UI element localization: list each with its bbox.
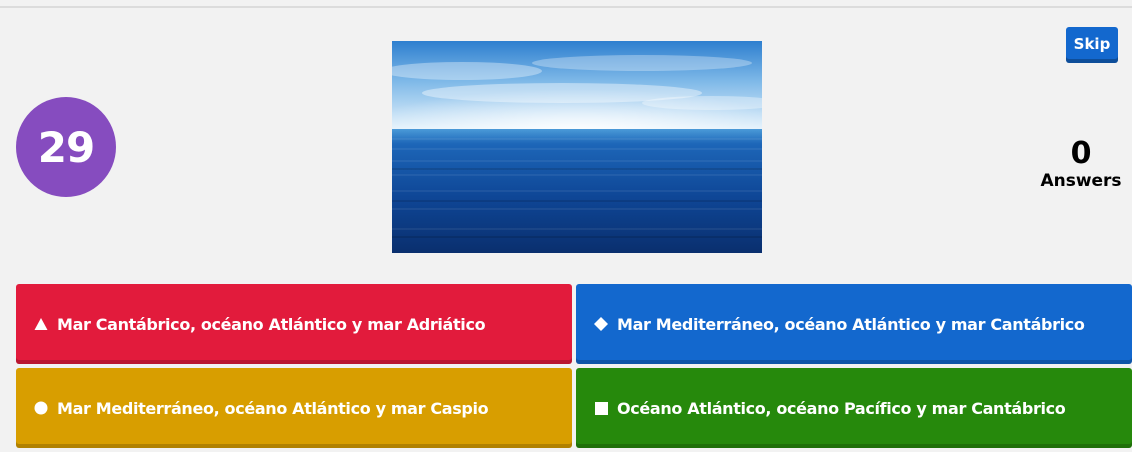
countdown-timer: 29 (16, 97, 116, 197)
square-icon (594, 401, 608, 415)
triangle-icon (34, 317, 48, 331)
answer-option-text: Mar Mediterráneo, océano Atlántico y mar… (617, 314, 1085, 334)
answer-option-text: Océano Atlántico, océano Pacífico y mar … (617, 398, 1066, 418)
answers-label: Answers (1040, 171, 1122, 191)
top-divider (0, 6, 1132, 8)
skip-button[interactable]: Skip (1066, 27, 1118, 63)
answer-option-text: Mar Mediterráneo, océano Atlántico y mar… (57, 398, 489, 418)
answer-option-blue[interactable]: Mar Mediterráneo, océano Atlántico y mar… (576, 284, 1132, 364)
answer-option-yellow[interactable]: Mar Mediterráneo, océano Atlántico y mar… (16, 368, 572, 448)
answers-counter: 0 Answers (1030, 138, 1132, 192)
question-image (392, 41, 762, 253)
answer-option-green[interactable]: Océano Atlántico, océano Pacífico y mar … (576, 368, 1132, 448)
answers-count: 0 (1070, 136, 1092, 171)
answer-option-red[interactable]: Mar Cantábrico, océano Atlántico y mar A… (16, 284, 572, 364)
diamond-icon (594, 317, 608, 331)
answer-option-text: Mar Cantábrico, océano Atlántico y mar A… (57, 314, 486, 334)
timer-value: 29 (37, 122, 95, 172)
circle-icon (34, 401, 48, 415)
